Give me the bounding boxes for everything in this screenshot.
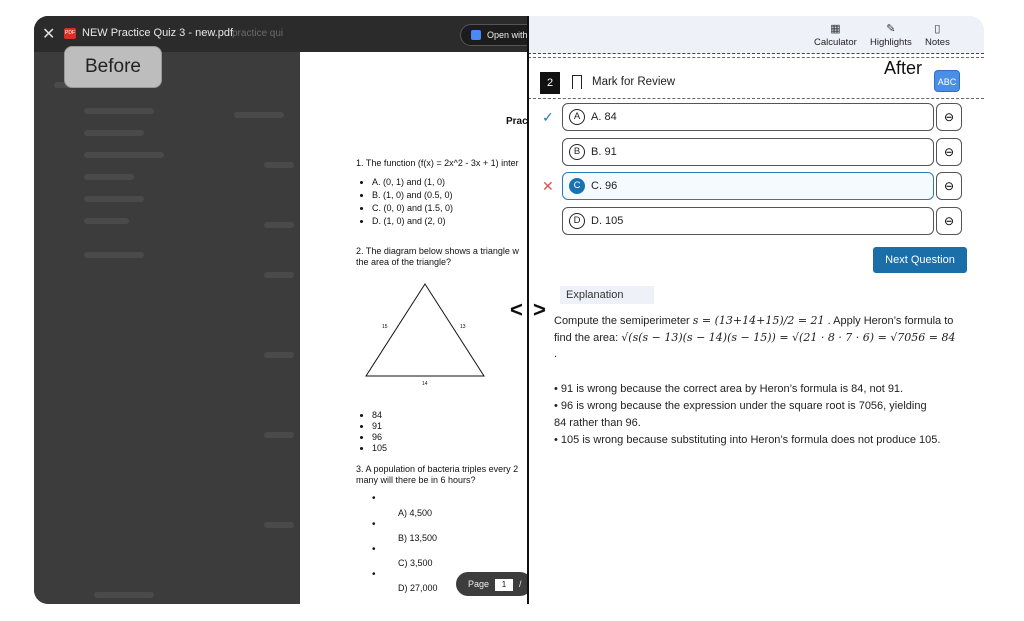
list-item: 84	[372, 410, 387, 421]
strikethrough-icon: ⊖	[943, 179, 955, 193]
pdf-q3-option-d: D) 27,000	[398, 583, 438, 593]
background-mail-app	[34, 52, 300, 604]
notes-button[interactable]: ▯ Notes	[925, 22, 950, 48]
next-question-button[interactable]: Next Question	[873, 247, 967, 273]
bookmark-icon[interactable]	[572, 75, 582, 89]
calculator-button[interactable]: ▦ Calculator	[814, 22, 857, 48]
list-item: 105	[372, 443, 387, 454]
divider-line	[528, 98, 984, 99]
pdf-question-1: 1. The function (f(x) = 2x^2 - 3x + 1) i…	[356, 158, 519, 168]
strike-b-button[interactable]: ⊖	[936, 138, 962, 166]
pdf-q3-option-b: B) 13,500	[398, 533, 438, 543]
choice-letter: B	[569, 144, 585, 160]
strike-d-button[interactable]: ⊖	[936, 207, 962, 235]
strikethrough-icon: ⊖	[943, 110, 955, 124]
pdf-q2-options: 84 91 96 105	[372, 410, 387, 454]
heron-formula: √(s(s − 13)(s − 14)(s − 15)) = √(21 · 8 …	[621, 331, 956, 344]
explanation-bullet: 84 rather than 96.	[554, 417, 641, 429]
choice-a[interactable]: A A. 84	[562, 103, 934, 131]
list-item: 96	[372, 432, 387, 443]
correct-check-icon: ✓	[542, 109, 554, 125]
search-text[interactable]: practice qui	[232, 28, 283, 39]
choice-letter: D	[569, 213, 585, 229]
page-indicator[interactable]: Page 1/	[456, 572, 532, 596]
highlights-button[interactable]: ✎ Highlights	[870, 22, 912, 48]
after-panel: ▦ Calculator ✎ Highlights ▯ Notes After …	[528, 16, 984, 604]
semiperimeter-formula: s = (13+14+15)/2 = 21	[692, 314, 825, 327]
abc-eliminator-button[interactable]: ABC	[934, 70, 960, 92]
bullet: •	[372, 493, 376, 504]
highlighter-icon: ✎	[886, 23, 896, 35]
list-item: A. (0, 1) and (1, 0)	[372, 176, 453, 189]
wrong-x-icon: ✕	[542, 178, 554, 194]
close-icon[interactable]: ✕	[42, 24, 55, 44]
explanation-line-1: Compute the semiperimeter s = (13+14+15)…	[554, 314, 954, 327]
choice-letter: C	[569, 178, 585, 194]
explanation-label: Explanation	[560, 286, 654, 304]
choice-letter: A	[569, 109, 585, 125]
comparison-frame: ✕ PDF NEW Practice Quiz 3 - new.pdf prac…	[34, 16, 984, 604]
explanation-line-3: .	[554, 348, 558, 360]
file-name: NEW Practice Quiz 3 - new.pdf	[82, 27, 233, 39]
pdf-question-3-line2: many will there be in 6 hours?	[356, 475, 476, 485]
choice-b[interactable]: B B. 91	[562, 138, 934, 166]
pdf-question-2: 2. The diagram below shows a triangle w	[356, 246, 519, 256]
choice-c[interactable]: C C. 96	[562, 172, 934, 200]
quiz-toolbar: ▦ Calculator ✎ Highlights ▯ Notes	[528, 16, 984, 54]
list-item: 91	[372, 421, 387, 432]
mark-for-review[interactable]: Mark for Review	[592, 76, 675, 88]
triangle-label-right: 13	[460, 324, 466, 330]
list-item: C. (0, 0) and (1.5, 0)	[372, 202, 453, 215]
pdf-question-2-line2: the area of the triangle?	[356, 257, 452, 267]
page-number-input[interactable]: 1	[495, 579, 514, 591]
explanation-bullet: • 105 is wrong because substituting into…	[554, 434, 941, 446]
app-icon	[471, 30, 481, 40]
strike-a-button[interactable]: ⊖	[936, 103, 962, 131]
after-badge: After	[884, 58, 923, 78]
pdf-q3-option-c: C) 3,500	[398, 558, 433, 568]
list-item: B. (1, 0) and (0.5, 0)	[372, 189, 453, 202]
notes-icon: ▯	[934, 23, 941, 35]
calculator-icon: ▦	[830, 23, 841, 35]
triangle-label-left: 15	[382, 324, 388, 330]
pdf-file-icon: PDF	[64, 28, 76, 39]
before-panel: ✕ PDF NEW Practice Quiz 3 - new.pdf prac…	[34, 16, 540, 604]
pdf-question-3: 3. A population of bacteria triples ever…	[356, 464, 519, 474]
bullet: •	[372, 544, 376, 555]
compare-arrows-icon[interactable]: < >	[510, 298, 550, 322]
explanation-bullet: • 96 is wrong because the expression und…	[554, 400, 927, 412]
triangle-label-bottom: 14	[422, 381, 428, 387]
explanation-line-2: find the area: √(s(s − 13)(s − 14)(s − 1…	[554, 331, 956, 344]
pdf-page: Prac 1. The function (f(x) = 2x^2 - 3x +…	[300, 52, 528, 604]
choice-d[interactable]: D D. 105	[562, 207, 934, 235]
pdf-q3-option-a: A) 4,500	[398, 508, 433, 518]
bullet: •	[372, 569, 376, 580]
pdf-q1-options: A. (0, 1) and (1, 0) B. (1, 0) and (0.5,…	[372, 176, 453, 228]
pdf-title: Prac	[506, 116, 528, 127]
before-badge: Before	[64, 46, 162, 88]
explanation-bullet: • 91 is wrong because the correct area b…	[554, 383, 904, 395]
triangle-diagram: 15 13	[365, 283, 485, 377]
strikethrough-icon: ⊖	[943, 145, 955, 159]
list-item: D. (1, 0) and (2, 0)	[372, 215, 453, 228]
question-number: 2	[540, 72, 560, 94]
strikethrough-icon: ⊖	[943, 214, 955, 228]
strike-c-button[interactable]: ⊖	[936, 172, 962, 200]
bullet: •	[372, 519, 376, 530]
